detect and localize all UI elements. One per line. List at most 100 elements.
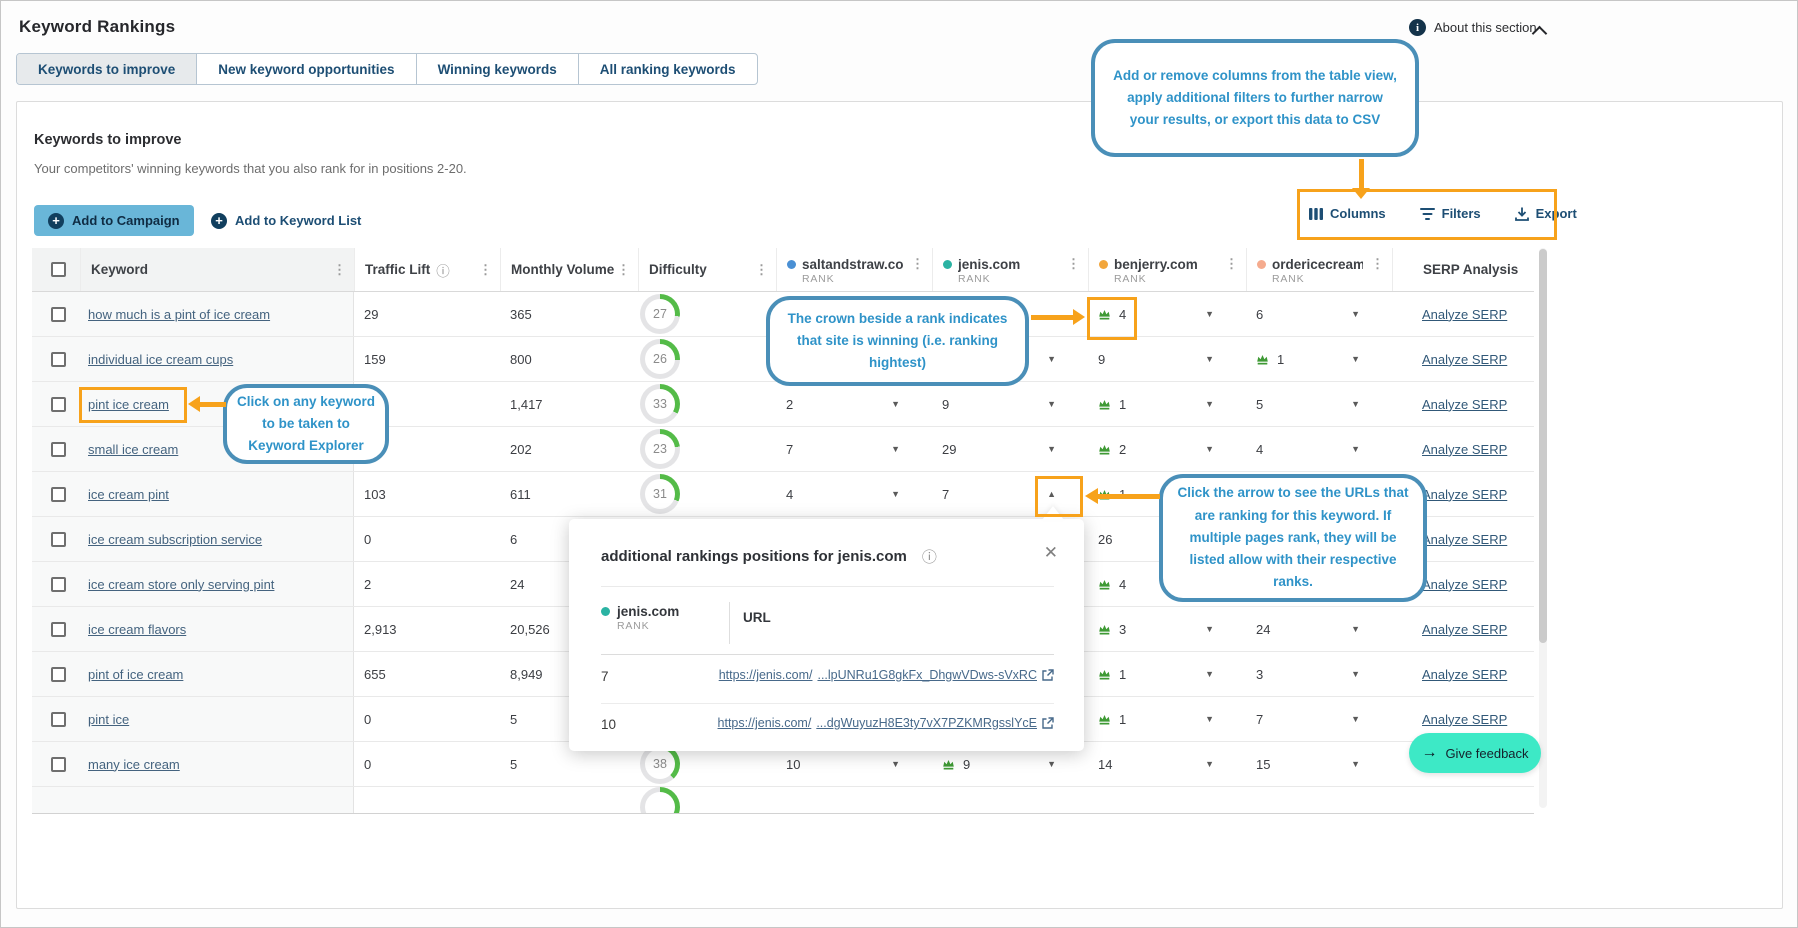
- keyword-link[interactable]: ice cream store only serving pint: [88, 577, 274, 592]
- about-this-section[interactable]: i About this section: [1409, 19, 1537, 36]
- expand-caret-icon[interactable]: ▼: [1205, 399, 1214, 409]
- give-feedback-button[interactable]: → Give feedback: [1409, 733, 1541, 773]
- tab-all-ranking-keywords[interactable]: All ranking keywords: [578, 54, 757, 84]
- tab-new-keyword-opportunities[interactable]: New keyword opportunities: [196, 54, 415, 84]
- expand-caret-icon[interactable]: ▼: [1047, 444, 1056, 454]
- col-header-monthly-volume[interactable]: Monthly Volume⋮: [500, 248, 638, 291]
- kebab-menu-icon[interactable]: ⋮: [477, 262, 494, 278]
- expand-caret-icon[interactable]: ▼: [891, 444, 900, 454]
- analyze-serp-link[interactable]: Analyze SERP: [1422, 577, 1507, 592]
- kebab-menu-icon[interactable]: ⋮: [1369, 256, 1386, 272]
- keyword-link[interactable]: ice cream subscription service: [88, 532, 262, 547]
- row-checkbox[interactable]: [51, 307, 66, 322]
- expand-caret-icon[interactable]: ▼: [1351, 714, 1360, 724]
- analyze-serp-link[interactable]: Analyze SERP: [1422, 487, 1507, 502]
- kebab-menu-icon[interactable]: ⋮: [615, 262, 632, 278]
- kebab-menu-icon[interactable]: ⋮: [1065, 256, 1082, 272]
- analyze-serp-link[interactable]: Analyze SERP: [1422, 532, 1507, 547]
- tab-winning-keywords[interactable]: Winning keywords: [416, 54, 578, 84]
- tab-keywords-to-improve[interactable]: Keywords to improve: [17, 54, 196, 84]
- analyze-serp-link[interactable]: Analyze SERP: [1422, 622, 1507, 637]
- select-all-checkbox[interactable]: [51, 262, 66, 277]
- analyze-serp-link[interactable]: Analyze SERP: [1422, 397, 1507, 412]
- expand-caret-icon[interactable]: ▼: [1205, 624, 1214, 634]
- popup-url-link[interactable]: https://jenis.com/...lpUNRu1G8gkFx_DhgwV…: [719, 668, 1054, 682]
- collapse-chevron-icon[interactable]: [1534, 25, 1545, 36]
- kebab-menu-icon[interactable]: ⋮: [331, 262, 348, 278]
- row-checkbox[interactable]: [51, 442, 66, 457]
- expand-caret-icon[interactable]: ▼: [1351, 444, 1360, 454]
- expand-caret-icon[interactable]: ▼: [1205, 309, 1214, 319]
- popup-url-link[interactable]: https://jenis.com/...dgWuyuzH8E3ty7vX7PZ…: [718, 716, 1054, 730]
- expand-caret-icon[interactable]: ▼: [891, 759, 900, 769]
- keyword-link[interactable]: ice cream flavors: [88, 622, 186, 637]
- expand-caret-icon[interactable]: ▼: [1047, 354, 1056, 364]
- serp-analysis-cell: Analyze SERP: [1392, 382, 1534, 426]
- close-icon[interactable]: ✕: [1044, 543, 1058, 563]
- expand-caret-icon[interactable]: ▼: [1047, 759, 1056, 769]
- analyze-serp-link[interactable]: Analyze SERP: [1422, 352, 1507, 367]
- expand-caret-icon[interactable]: ▼: [1047, 399, 1056, 409]
- rank-value: 7: [786, 442, 793, 457]
- expand-caret-icon[interactable]: ▼: [1205, 759, 1214, 769]
- expand-caret-icon[interactable]: ▼: [1351, 354, 1360, 364]
- col-header-benjerry[interactable]: benjerry.com⋮ RANK: [1088, 248, 1246, 291]
- analyze-serp-link[interactable]: Analyze SERP: [1422, 667, 1507, 682]
- kebab-menu-icon[interactable]: ⋮: [753, 262, 770, 278]
- col-header-traffic-lift[interactable]: Traffic Liftⓘ⋮: [354, 248, 500, 291]
- keyword-link[interactable]: small ice cream: [88, 442, 178, 457]
- crown-icon: [1098, 579, 1111, 590]
- expand-caret-icon[interactable]: ▼: [1205, 669, 1214, 679]
- expand-caret-icon[interactable]: ▼: [1205, 714, 1214, 724]
- keyword-link[interactable]: individual ice cream cups: [88, 352, 233, 367]
- keyword-cell: many ice cream: [80, 742, 354, 786]
- arrow-head: [1352, 188, 1370, 199]
- row-checkbox[interactable]: [51, 667, 66, 682]
- analyze-serp-link[interactable]: Analyze SERP: [1422, 442, 1507, 457]
- col-header-jenis[interactable]: jenis.com⋮ RANK: [932, 248, 1088, 291]
- keyword-link[interactable]: many ice cream: [88, 757, 180, 772]
- row-checkbox[interactable]: [51, 712, 66, 727]
- expand-caret-icon[interactable]: ▼: [891, 399, 900, 409]
- cell: [80, 787, 354, 814]
- row-checkbox[interactable]: [51, 622, 66, 637]
- expand-caret-icon[interactable]: ▼: [1351, 624, 1360, 634]
- row-checkbox[interactable]: [51, 757, 66, 772]
- col-header-difficulty[interactable]: Difficulty⋮: [638, 248, 776, 291]
- keyword-link[interactable]: pint ice: [88, 712, 129, 727]
- keyword-link[interactable]: how much is a pint of ice cream: [88, 307, 270, 322]
- kebab-menu-icon[interactable]: ⋮: [1223, 256, 1240, 272]
- expand-caret-icon[interactable]: ▼: [1351, 309, 1360, 319]
- add-to-keyword-list-button[interactable]: + Add to Keyword List: [203, 205, 369, 236]
- info-icon[interactable]: ⓘ: [922, 546, 937, 567]
- add-to-campaign-button[interactable]: + Add to Campaign: [34, 205, 194, 236]
- col-header-keyword[interactable]: Keyword⋮: [80, 248, 354, 291]
- row-checkbox[interactable]: [51, 487, 66, 502]
- keyword-link[interactable]: pint of ice cream: [88, 667, 183, 682]
- vertical-scrollbar[interactable]: [1539, 248, 1547, 808]
- info-icon[interactable]: ⓘ: [436, 260, 450, 280]
- row-checkbox[interactable]: [51, 352, 66, 367]
- callout-keyword-tip: Click on any keyword to be taken to Keyw…: [223, 384, 389, 464]
- keyword-link[interactable]: ice cream pint: [88, 487, 169, 502]
- difficulty-gauge: [640, 787, 680, 814]
- expand-caret-icon[interactable]: ▼: [1351, 759, 1360, 769]
- row-checkbox[interactable]: [51, 532, 66, 547]
- kebab-menu-icon[interactable]: ⋮: [909, 256, 926, 272]
- expand-caret-icon[interactable]: ▼: [1205, 444, 1214, 454]
- divider: [601, 586, 1054, 587]
- analyze-serp-link[interactable]: Analyze SERP: [1422, 307, 1507, 322]
- keyword-cell: ice cream flavors: [80, 607, 354, 651]
- expand-caret-icon[interactable]: ▼: [1351, 669, 1360, 679]
- row-checkbox-cell: [32, 427, 80, 471]
- row-checkbox[interactable]: [51, 397, 66, 412]
- plus-icon: +: [48, 213, 64, 229]
- col-header-saltandstraw[interactable]: saltandstraw.com (y⋮ RANK: [776, 248, 932, 291]
- scrollbar-thumb[interactable]: [1539, 249, 1547, 643]
- row-checkbox[interactable]: [51, 577, 66, 592]
- analyze-serp-link[interactable]: Analyze SERP: [1422, 712, 1507, 727]
- expand-caret-icon[interactable]: ▼: [1351, 399, 1360, 409]
- col-header-ordericecream[interactable]: ordericecream.blue⋮ RANK: [1246, 248, 1392, 291]
- expand-caret-icon[interactable]: ▼: [891, 489, 900, 499]
- expand-caret-icon[interactable]: ▼: [1205, 354, 1214, 364]
